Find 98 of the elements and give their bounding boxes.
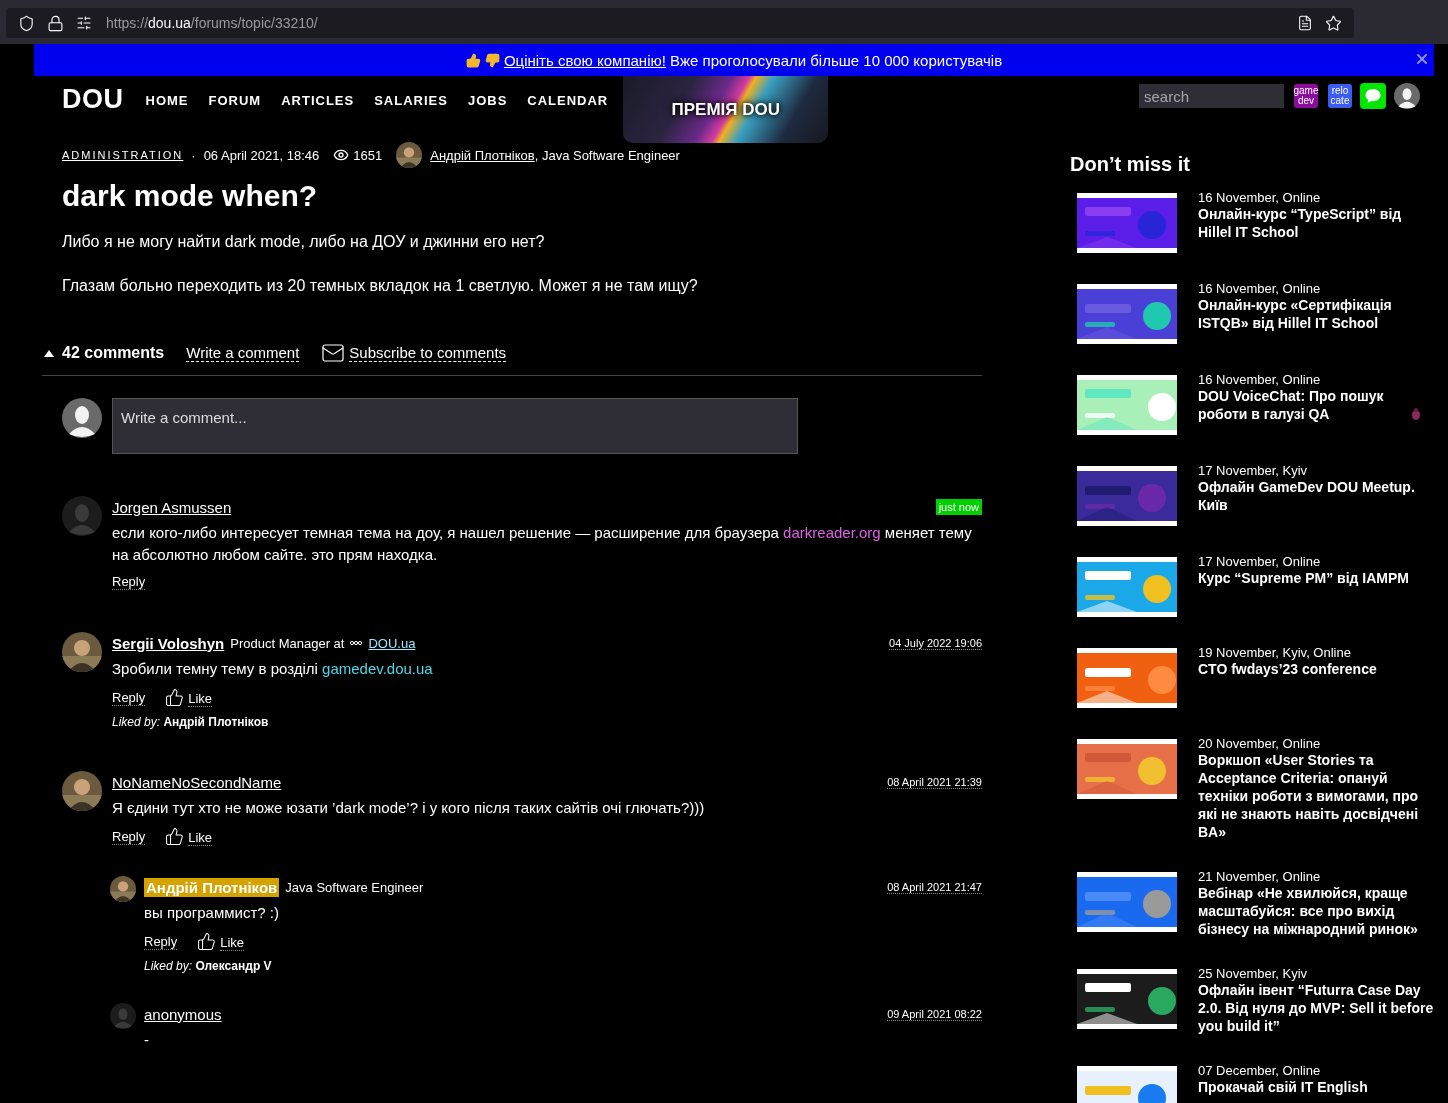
author-link[interactable]: Андрій Плотніков [430, 147, 535, 163]
event-title[interactable]: Офлайн GameDev DOU Meetup. Київ [1198, 478, 1436, 514]
event-title[interactable]: Вебінар «Не хвилюйся, краще масштабуйся: все про вихід бізнесу на міжнародний ринок» [1198, 884, 1436, 938]
view-count: 1651 [353, 147, 383, 163]
banner-text: Оцініть свою компанію! Вже проголосували більше 10 000 користувачів [503, 51, 1003, 69]
site-logo[interactable]: DOU [62, 84, 124, 115]
nav-link[interactable]: SALARIES [374, 93, 448, 108]
avatar-icon [62, 398, 102, 438]
address-bar[interactable]: https://dou.ua/forums/topic/33210/ [6, 8, 1354, 38]
event-date: 16 November, Online [1198, 372, 1322, 387]
like-button[interactable]: Like [165, 827, 213, 846]
chat-button[interactable] [1360, 83, 1386, 109]
comment-text: Зробили темну тему в розділі gamedev.dou.ua [112, 659, 434, 679]
event-date: 20 November, Online [1198, 736, 1322, 751]
comment-author[interactable]: NoNameNoSecondName [112, 773, 282, 791]
separator-dot: · [191, 147, 196, 163]
chat-bubble-icon [1364, 87, 1382, 105]
event-date: 07 December, Online [1198, 1063, 1322, 1078]
reply-link[interactable]: Reply [112, 828, 146, 845]
event-title[interactable]: Онлайн-курс “TypeScript” від Hillel IT School [1198, 205, 1436, 241]
subscribe-link[interactable]: Subscribe to comments [349, 344, 507, 362]
author-position: Java Software Engineer [285, 879, 424, 895]
comment-field[interactable]: Write a comment... [112, 398, 798, 454]
comment-text: Я єдини тут хто не може юзати ’dark mode’? і у кого після таких сайтів очі глючать?))) [112, 798, 706, 818]
write-comment-link[interactable]: Write a comment [186, 344, 300, 362]
lock-icon[interactable] [47, 14, 64, 32]
thumbs-down-icon [484, 52, 500, 68]
event-date: 17 November, Kyiv [1198, 463, 1309, 478]
nav-link[interactable]: ARTICLES [281, 93, 355, 108]
reply-link[interactable]: Reply [112, 689, 146, 706]
comment-author[interactable]: Jorgen Asmussen [112, 498, 232, 516]
reply-link[interactable]: Reply [112, 574, 146, 590]
event-date: 19 November, Kyiv, Online [1198, 645, 1352, 660]
app-link[interactable]: relo cate [1328, 84, 1352, 108]
thumbs-up-icon [465, 52, 481, 68]
liked-by-text: Liked by: Андрій Плотніков [112, 715, 270, 729]
like-button[interactable]: Like [165, 688, 213, 707]
comment-link[interactable]: gamedev.dou.ua [322, 660, 433, 677]
topic-paragraph: Либо я не могу найти dark mode, либо на ДОУ и джинни его нет? [62, 233, 546, 251]
nav-link[interactable]: FORUM [208, 93, 262, 108]
bookmark-star-icon[interactable] [1325, 14, 1342, 32]
avatar-icon [1394, 83, 1420, 109]
app-link[interactable]: game dev [1294, 84, 1318, 108]
liked-by-text: Liked by: Олександр V [144, 959, 273, 973]
event-date: 16 November, Online [1198, 190, 1322, 205]
topic-title: dark mode when? [62, 179, 319, 213]
thumbs-up-icon [165, 827, 185, 846]
event-title[interactable]: CTO fwdays’23 conference [1198, 660, 1377, 678]
event-date: 17 November, Online [1198, 554, 1322, 569]
search-field[interactable]: search [1139, 84, 1284, 108]
event-date: 25 November, Kyiv [1198, 966, 1309, 981]
company-link[interactable]: DOU.ua [368, 635, 416, 651]
topic-paragraph: Глазам больно переходить из 20 темных вкладок на 1 светлую. Может я не там ищу? [62, 277, 699, 295]
comment-author[interactable]: Sergii Voloshyn [112, 634, 225, 652]
collapse-caret-icon[interactable] [44, 349, 54, 357]
event-title[interactable]: Воркшоп «User Stories та Acceptance Criteria: опануй техніки роботи з вимогами, про які не знають навіть досвідчені BA» [1198, 751, 1436, 841]
author-position: Product Manager at [230, 635, 345, 651]
event-title[interactable]: Онлайн-курс «Сертифікація ISTQB» від Hillel IT School [1198, 296, 1436, 332]
post-date: 06 April 2021, 18:46 [203, 147, 320, 163]
comment-date[interactable]: 08 April 2021 21:39 [887, 775, 982, 789]
banner-link[interactable]: Оцініть свою компанію! [503, 51, 666, 69]
new-badge: just now [935, 499, 982, 515]
thumbs-up-icon [197, 932, 217, 951]
comment-date[interactable]: 08 April 2021 21:47 [887, 880, 982, 894]
category-link[interactable]: ADMINISTRATION [62, 149, 184, 161]
nav-link[interactable]: HOME [145, 93, 189, 108]
thumbs-up-icon [165, 688, 185, 707]
bug-icon [1409, 407, 1423, 421]
comment-text: если кого-либо интересует темная тема на доу, я нашел решение — расширение для браузера darkreader.org меняет тему на абсолютно любом сайте. это прям находка. [112, 523, 973, 565]
event-date: 21 November, Online [1198, 869, 1322, 884]
company-logo-icon [350, 640, 363, 646]
shield-icon[interactable] [18, 14, 35, 32]
comment-text: вы программист? :) [144, 903, 280, 923]
avatar-icon [110, 1003, 136, 1029]
author-line: Андрій Плотніков, Java Software Engineer [430, 147, 680, 163]
comment-date[interactable]: 09 April 2021 08:22 [887, 1007, 982, 1021]
reader-view-icon[interactable] [1297, 15, 1313, 31]
event-title[interactable]: Курс “Supreme PM” від IAMPM [1198, 569, 1409, 587]
event-date: 16 November, Online [1198, 281, 1322, 296]
event-title[interactable]: Прокачай свій IT English [1198, 1078, 1368, 1096]
event-title[interactable]: DOU VoiceChat: Про пошук роботи в галузі QA [1198, 387, 1403, 423]
sidebar-title: Don’t miss it [1070, 153, 1191, 176]
nav-link[interactable]: CALENDAR [527, 93, 609, 108]
nav-link[interactable]: JOBS [467, 93, 508, 108]
comment-link[interactable]: darkreader.org [783, 524, 881, 541]
eye-icon [333, 147, 350, 163]
comment-text: - [144, 1030, 150, 1050]
close-button[interactable] [1414, 51, 1430, 67]
avatar-icon [62, 496, 102, 536]
event-title[interactable]: Офлайн івент “Futurra Case Day 2.0. Від нуля до MVP: Sell it before you build it” [1198, 981, 1436, 1035]
comment-count: 42 comments [62, 344, 165, 362]
url-text: https://dou.ua/forums/topic/33210/ [106, 15, 318, 31]
envelope-icon [321, 341, 346, 365]
permissions-icon[interactable] [76, 15, 92, 31]
like-button[interactable]: Like [197, 932, 245, 951]
comment-author[interactable]: anonymous [144, 1005, 222, 1023]
comment-date[interactable]: 04 July 2022 19:06 [889, 636, 982, 650]
reply-link[interactable]: Reply [144, 933, 178, 950]
